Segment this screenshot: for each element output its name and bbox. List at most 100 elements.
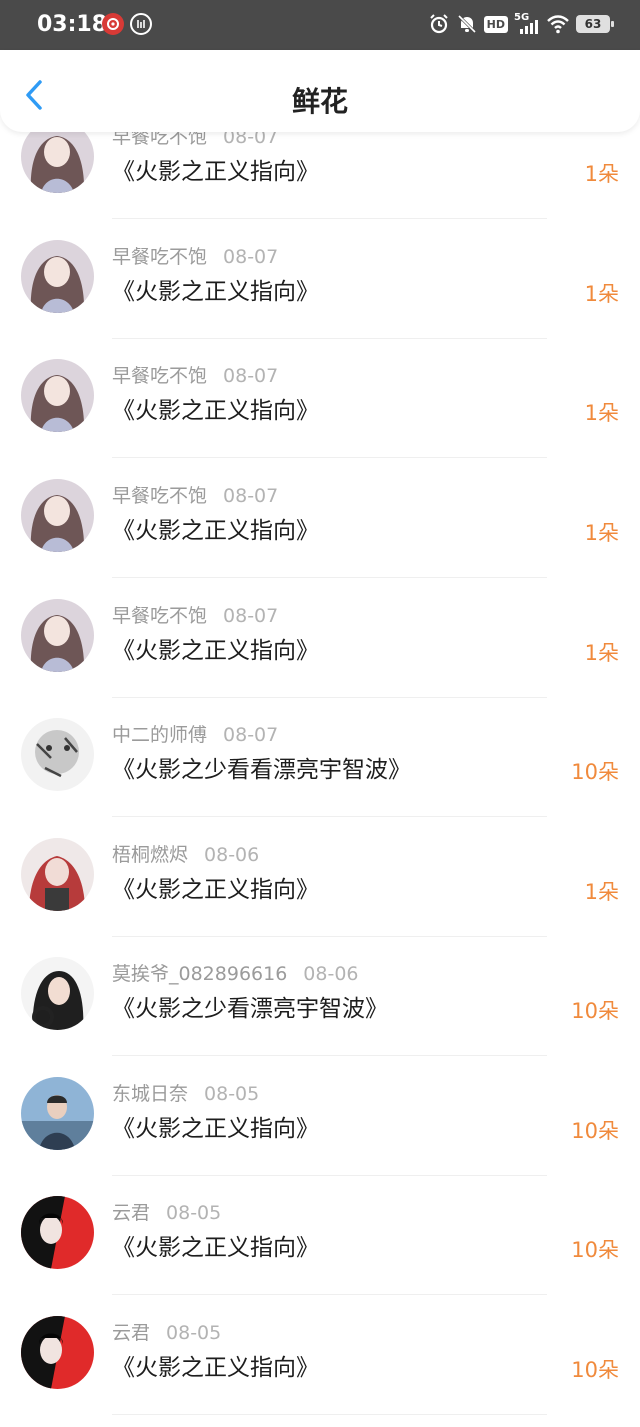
divider xyxy=(112,816,547,817)
divider xyxy=(112,697,547,698)
divider xyxy=(112,457,547,458)
divider xyxy=(112,338,547,339)
avatar[interactable] xyxy=(21,718,94,791)
sender-name: 云君 xyxy=(112,1202,151,1224)
netease-music-icon xyxy=(102,13,124,35)
divider xyxy=(112,577,547,578)
wifi-icon xyxy=(546,12,570,36)
status-bar: 03:18 HD 5G 63 xyxy=(0,0,640,50)
sender-name: 早餐吃不饱 xyxy=(112,605,208,627)
network-label: 5G xyxy=(514,12,530,23)
book-title: 《火影之正义指向》 xyxy=(112,159,319,185)
sender-line: 云君 08-05 xyxy=(112,1318,221,1345)
sender-name: 早餐吃不饱 xyxy=(112,365,208,387)
sender-name: 东城日奈 xyxy=(112,1083,189,1105)
page-title: 鲜花 xyxy=(291,85,348,118)
list-item[interactable]: 早餐吃不饱 08-07 《火影之正义指向》 1朵 xyxy=(0,599,640,719)
list-item[interactable]: 东城日奈 08-05 《火影之正义指向》 10朵 xyxy=(0,1077,640,1197)
status-time: 03:18 xyxy=(37,12,108,37)
avatar[interactable] xyxy=(21,1196,94,1269)
divider xyxy=(112,218,547,219)
entry-date: 08-06 xyxy=(303,963,359,985)
entry-date: 08-07 xyxy=(223,724,279,746)
divider xyxy=(112,1055,547,1056)
sender-line: 云君 08-05 xyxy=(112,1198,221,1225)
flower-count: 10朵 xyxy=(571,1119,619,1143)
sender-line: 早餐吃不饱 08-07 xyxy=(112,481,278,508)
flower-count: 1朵 xyxy=(584,880,619,904)
hd-icon: HD xyxy=(483,12,508,36)
app-badge-icon xyxy=(130,13,152,35)
entry-date: 08-05 xyxy=(204,1083,260,1105)
sender-name: 早餐吃不饱 xyxy=(112,485,208,507)
list-item[interactable]: 中二的师傅 08-07 《火影之少看看漂亮宇智波》 10朵 xyxy=(0,718,640,838)
flower-list: 早餐吃不饱 08-07 《火影之正义指向》 1朵 早餐吃不饱 08-07 《火影之正… xyxy=(0,118,640,1427)
flower-count: 10朵 xyxy=(571,999,619,1023)
avatar[interactable] xyxy=(21,240,94,313)
sender-line: 中二的师傅 08-07 xyxy=(112,720,278,747)
avatar[interactable] xyxy=(21,838,94,911)
entry-date: 08-07 xyxy=(223,485,279,507)
mute-icon xyxy=(456,12,478,36)
flower-count: 1朵 xyxy=(584,521,619,545)
avatar[interactable] xyxy=(21,1316,94,1389)
book-title: 《火影之正义指向》 xyxy=(112,1355,319,1381)
sender-name: 梧桐燃烬 xyxy=(112,844,189,866)
hd-label: HD xyxy=(483,15,508,33)
entry-date: 08-07 xyxy=(223,246,279,268)
page-header: 鲜花 xyxy=(0,50,640,132)
list-item[interactable]: 云君 08-05 《火影之正义指向》 10朵 xyxy=(0,1316,640,1427)
avatar[interactable] xyxy=(21,479,94,552)
book-title: 《火影之正义指向》 xyxy=(112,518,319,544)
book-title: 《火影之少看看漂亮宇智波》 xyxy=(112,757,411,783)
sender-line: 东城日奈 08-05 xyxy=(112,1079,259,1106)
battery-indicator: 63 xyxy=(576,15,614,33)
entry-date: 08-06 xyxy=(204,844,260,866)
sender-name: 中二的师傅 xyxy=(112,724,208,746)
list-item[interactable]: 早餐吃不饱 08-07 《火影之正义指向》 1朵 xyxy=(0,479,640,599)
flower-count: 10朵 xyxy=(571,1358,619,1382)
avatar[interactable] xyxy=(21,1077,94,1150)
entry-date: 08-05 xyxy=(166,1322,222,1344)
sender-name: 云君 xyxy=(112,1322,151,1344)
divider xyxy=(112,1294,547,1295)
sender-name: 莫挨爷_082896616 xyxy=(112,963,288,985)
entry-date: 08-07 xyxy=(223,365,279,387)
list-item[interactable]: 云君 08-05 《火影之正义指向》 10朵 xyxy=(0,1196,640,1316)
sender-line: 早餐吃不饱 08-07 xyxy=(112,601,278,628)
book-title: 《火影之正义指向》 xyxy=(112,877,319,903)
flower-count: 1朵 xyxy=(584,401,619,425)
entry-date: 08-05 xyxy=(166,1202,222,1224)
sender-name: 早餐吃不饱 xyxy=(112,246,208,268)
sender-line: 早餐吃不饱 08-07 xyxy=(112,242,278,269)
flower-count: 1朵 xyxy=(584,641,619,665)
list-item[interactable]: 早餐吃不饱 08-07 《火影之正义指向》 1朵 xyxy=(0,120,640,240)
sender-line: 梧桐燃烬 08-06 xyxy=(112,840,259,867)
avatar[interactable] xyxy=(21,359,94,432)
list-item[interactable]: 莫挨爷_082896616 08-06 《火影之少看漂亮宇智波》 10朵 xyxy=(0,957,640,1077)
flower-count: 1朵 xyxy=(584,282,619,306)
divider xyxy=(112,936,547,937)
list-item[interactable]: 早餐吃不饱 08-07 《火影之正义指向》 1朵 xyxy=(0,240,640,360)
status-icons: HD 5G 63 xyxy=(428,12,614,36)
entry-date: 08-07 xyxy=(223,605,279,627)
book-title: 《火影之正义指向》 xyxy=(112,398,319,424)
list-item[interactable]: 梧桐燃烬 08-06 《火影之正义指向》 1朵 xyxy=(0,838,640,958)
alarm-icon xyxy=(428,12,450,36)
divider xyxy=(112,1414,547,1415)
book-title: 《火影之少看漂亮宇智波》 xyxy=(112,996,388,1022)
book-title: 《火影之正义指向》 xyxy=(112,1235,319,1261)
flower-count: 10朵 xyxy=(571,760,619,784)
divider xyxy=(112,1175,547,1176)
book-title: 《火影之正义指向》 xyxy=(112,638,319,664)
avatar[interactable] xyxy=(21,599,94,672)
sender-line: 早餐吃不饱 08-07 xyxy=(112,361,278,388)
book-title: 《火影之正义指向》 xyxy=(112,279,319,305)
sender-line: 莫挨爷_082896616 08-06 xyxy=(112,959,359,986)
list-item[interactable]: 早餐吃不饱 08-07 《火影之正义指向》 1朵 xyxy=(0,359,640,479)
flower-count: 10朵 xyxy=(571,1238,619,1262)
avatar[interactable] xyxy=(21,957,94,1030)
book-title: 《火影之正义指向》 xyxy=(112,1116,319,1142)
5g-signal-icon: 5G xyxy=(514,12,540,36)
flower-count: 1朵 xyxy=(584,162,619,186)
